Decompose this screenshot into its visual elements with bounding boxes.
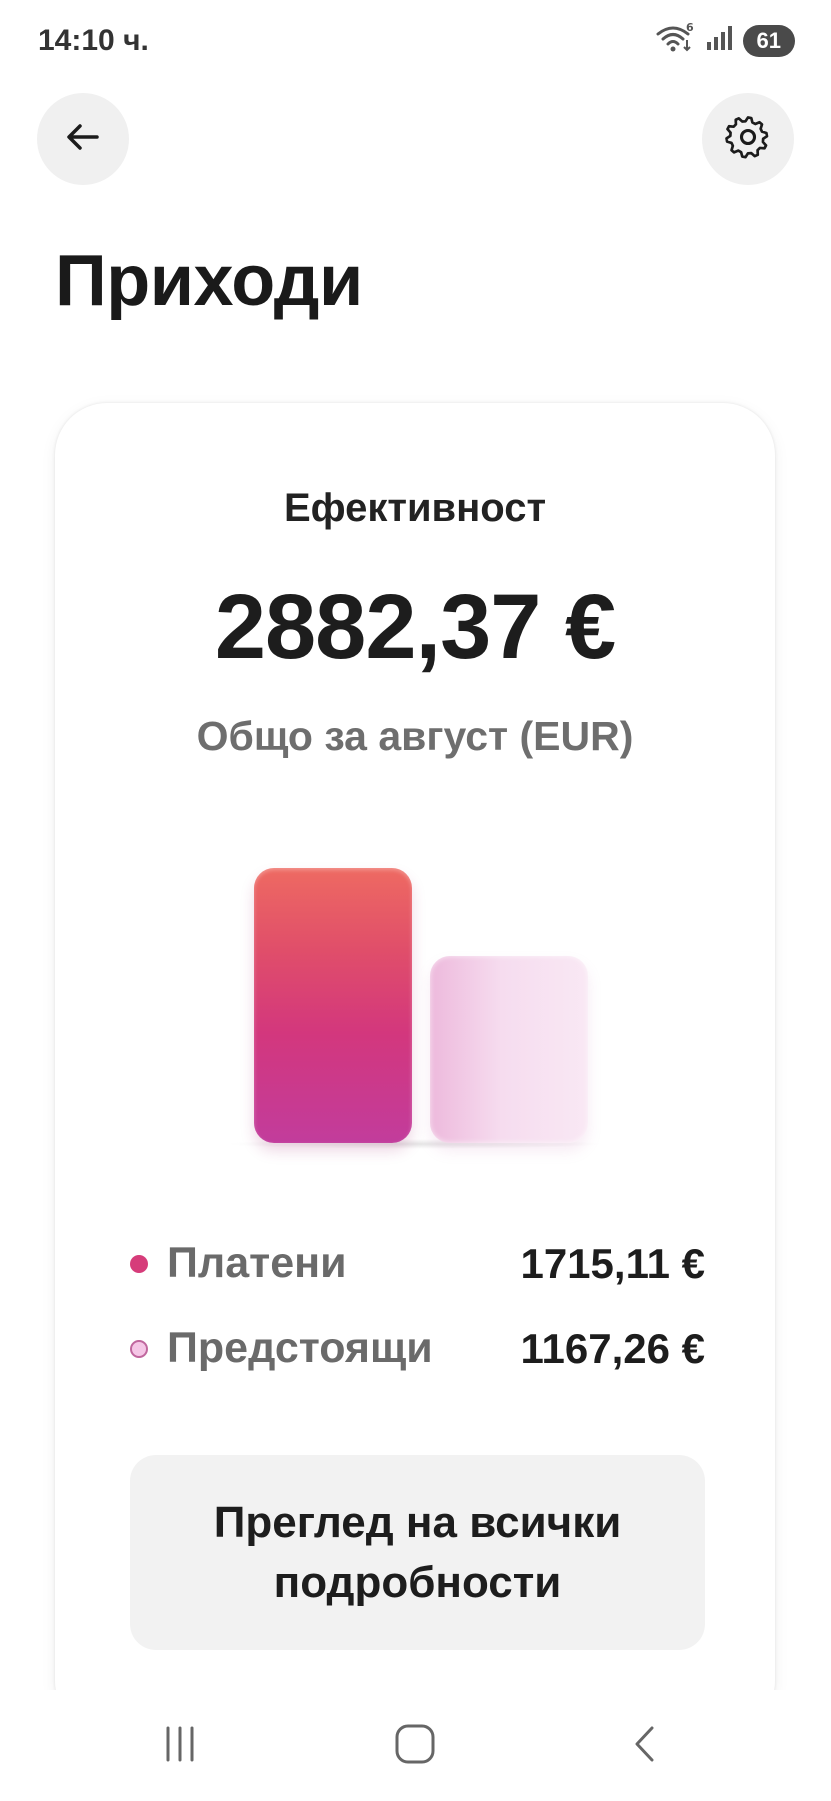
status-time: 14:10 ч. bbox=[38, 24, 149, 57]
total-caption: Общо за август (EUR) bbox=[196, 713, 634, 759]
legend-row-upcoming: Предстоящи 1167,26 € bbox=[130, 1324, 705, 1373]
system-nav-bar bbox=[0, 1690, 831, 1801]
battery-indicator: 61 bbox=[742, 24, 795, 57]
legend-dot-paid bbox=[130, 1254, 148, 1273]
home-button[interactable] bbox=[365, 1718, 465, 1774]
signal-icon bbox=[705, 24, 733, 57]
status-bar: 14:10 ч. 6 61 bbox=[0, 0, 831, 84]
back-button[interactable] bbox=[37, 93, 129, 185]
legend-row-paid: Платени 1715,11 € bbox=[130, 1239, 705, 1288]
arrow-left-icon bbox=[63, 117, 103, 162]
nav-back-button[interactable] bbox=[595, 1718, 695, 1774]
total-amount: 2882,37 € bbox=[214, 576, 616, 678]
legend-value-paid: 1715,11 € bbox=[520, 1239, 705, 1287]
page-title: Приходи bbox=[55, 241, 363, 321]
back-icon bbox=[625, 1724, 665, 1769]
legend-label-paid: Платени bbox=[167, 1239, 347, 1287]
view-all-details-button[interactable]: Преглед на всички подробности bbox=[130, 1455, 705, 1650]
legend-label-upcoming: Предстоящи bbox=[167, 1324, 433, 1372]
recent-apps-icon bbox=[160, 1724, 200, 1769]
bar-upcoming bbox=[430, 955, 588, 1143]
legend-value-upcoming: 1167,26 € bbox=[520, 1324, 705, 1372]
gear-icon bbox=[725, 114, 771, 165]
card-title: Ефективност bbox=[283, 486, 547, 530]
home-icon bbox=[393, 1722, 437, 1771]
wifi-icon: 6 bbox=[655, 21, 695, 59]
settings-button[interactable] bbox=[702, 93, 794, 185]
recent-apps-button[interactable] bbox=[130, 1718, 230, 1774]
status-icons: 6 61 bbox=[655, 21, 795, 59]
legend-dot-upcoming bbox=[130, 1339, 148, 1358]
performance-card: Ефективност 2882,37 € Общо за август (EU… bbox=[55, 403, 775, 1733]
income-bar-chart bbox=[205, 843, 625, 1149]
bar-paid bbox=[254, 868, 412, 1143]
wifi-badge: 6 bbox=[686, 22, 694, 34]
